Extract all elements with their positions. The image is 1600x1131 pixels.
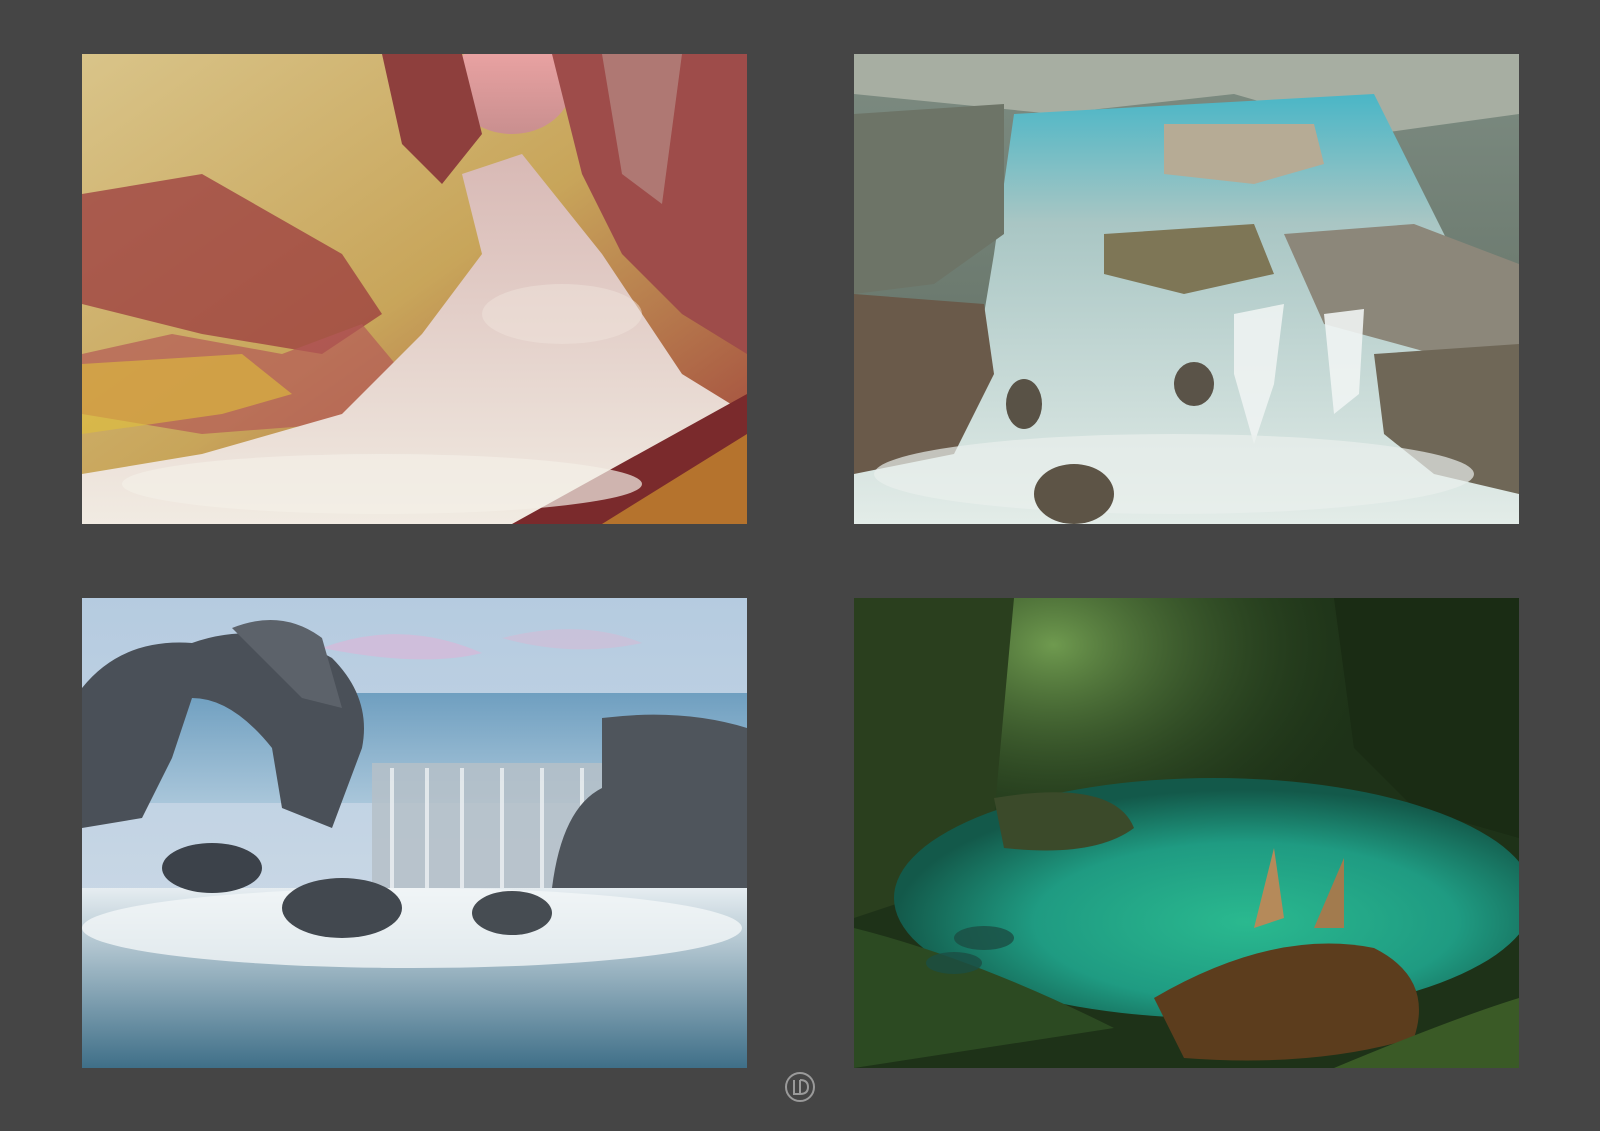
artist-monogram-icon [783,1070,817,1104]
painting-canyon-river [82,54,747,524]
painting-sea-arch-falls [82,598,747,1068]
painting-rocky-stream [854,54,1519,524]
canyon-river-artwork [82,54,747,524]
sea-arch-falls-artwork [82,598,747,1068]
rocky-stream-artwork [854,54,1519,524]
forest-pool-artwork [854,598,1519,1068]
painting-forest-pool [854,598,1519,1068]
